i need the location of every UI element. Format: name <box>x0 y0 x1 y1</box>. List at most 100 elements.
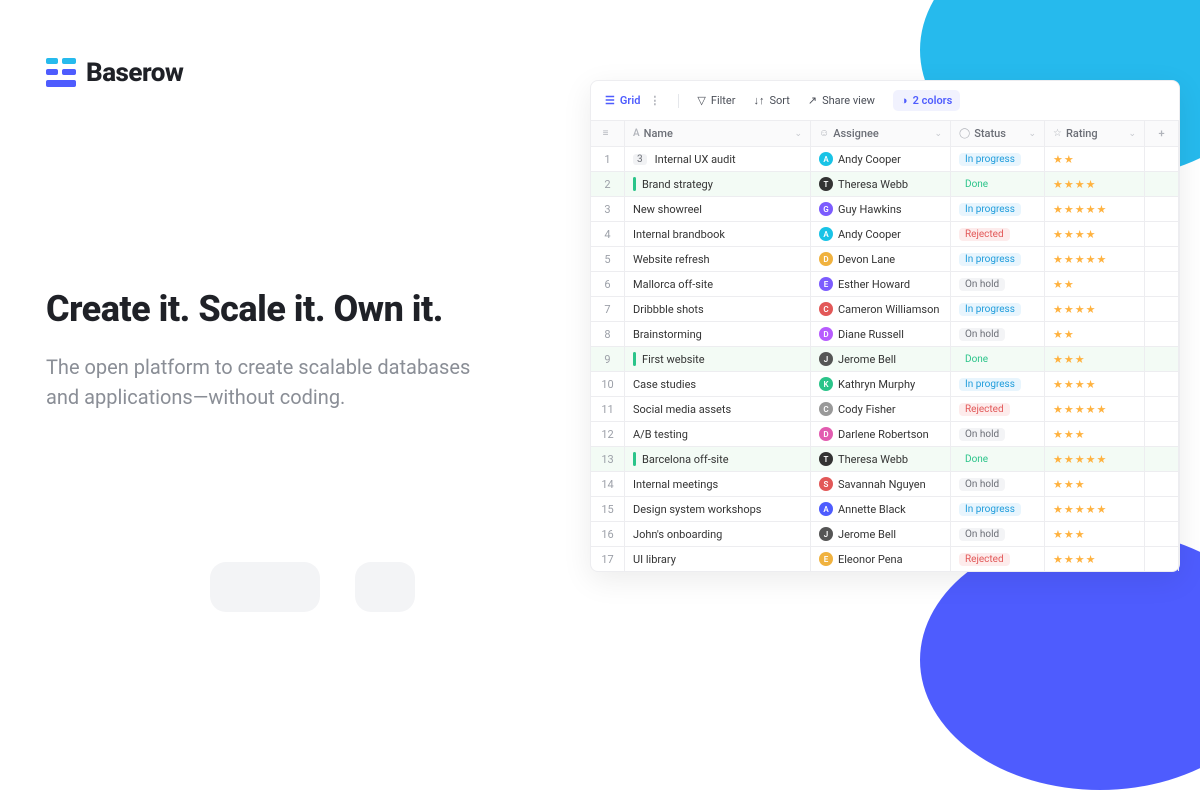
column-header-rating[interactable]: ☆Rating⌄ <box>1045 121 1145 146</box>
cell-rating[interactable]: ★★ <box>1045 147 1145 171</box>
cell-assignee[interactable]: EEsther Howard <box>811 272 951 296</box>
table-row[interactable]: 8BrainstormingDDiane RussellOn hold★★ <box>591 321 1179 346</box>
cell-status[interactable]: On hold <box>951 272 1045 296</box>
row-trailing-cell <box>1145 297 1179 321</box>
cell-rating[interactable]: ★★★★ <box>1045 297 1145 321</box>
cell-name[interactable]: First website <box>625 347 811 371</box>
cell-assignee[interactable]: EEleonor Pena <box>811 547 951 571</box>
cell-assignee[interactable]: CCameron Williamson <box>811 297 951 321</box>
colors-button[interactable]: ◑ 2 colors <box>893 90 960 111</box>
cell-rating[interactable]: ★★★★★ <box>1045 247 1145 271</box>
cell-status[interactable]: Rejected <box>951 397 1045 421</box>
cell-name[interactable]: Design system workshops <box>625 497 811 521</box>
cell-name[interactable]: Dribbble shots <box>625 297 811 321</box>
cell-assignee[interactable]: GGuy Hawkins <box>811 197 951 221</box>
cell-status[interactable]: In progress <box>951 247 1045 271</box>
cell-status[interactable]: In progress <box>951 497 1045 521</box>
cell-assignee[interactable]: JJerome Bell <box>811 347 951 371</box>
table-row[interactable]: 2Brand strategyTTheresa WebbDone★★★★ <box>591 171 1179 196</box>
cell-assignee[interactable]: DDevon Lane <box>811 247 951 271</box>
cell-assignee[interactable]: JJerome Bell <box>811 522 951 546</box>
cell-rating[interactable]: ★★ <box>1045 322 1145 346</box>
cell-name[interactable]: Mallorca off-site <box>625 272 811 296</box>
cell-assignee[interactable]: TTheresa Webb <box>811 172 951 196</box>
cell-rating[interactable]: ★★★★ <box>1045 372 1145 396</box>
cell-name[interactable]: Internal meetings <box>625 472 811 496</box>
column-header-assignee[interactable]: ☺Assignee⌄ <box>811 121 951 146</box>
cell-status[interactable]: In progress <box>951 372 1045 396</box>
cell-assignee[interactable]: SSavannah Nguyen <box>811 472 951 496</box>
cell-status[interactable]: On hold <box>951 322 1045 346</box>
cell-name[interactable]: 3Internal UX audit <box>625 147 811 171</box>
table-row[interactable]: 13Barcelona off-siteTTheresa WebbDone★★★… <box>591 446 1179 471</box>
cell-status[interactable]: On hold <box>951 522 1045 546</box>
cell-status[interactable]: On hold <box>951 422 1045 446</box>
table-row[interactable]: 10Case studiesKKathryn MurphyIn progress… <box>591 371 1179 396</box>
cell-rating[interactable]: ★★★ <box>1045 472 1145 496</box>
cell-rating[interactable]: ★★★★ <box>1045 222 1145 246</box>
cell-status[interactable]: Rejected <box>951 547 1045 571</box>
cell-name[interactable]: Internal brandbook <box>625 222 811 246</box>
divider <box>678 94 679 108</box>
cell-rating[interactable]: ★★★ <box>1045 347 1145 371</box>
share-button[interactable]: ↗ Share view <box>808 94 875 107</box>
cell-name[interactable]: Case studies <box>625 372 811 396</box>
table-row[interactable]: 7Dribbble shotsCCameron WilliamsonIn pro… <box>591 296 1179 321</box>
filter-button[interactable]: ▽ Filter <box>697 94 735 107</box>
table-row[interactable]: 16John's onboardingJJerome BellOn hold★★… <box>591 521 1179 546</box>
table-row[interactable]: 15Design system workshopsAAnnette BlackI… <box>591 496 1179 521</box>
cell-assignee[interactable]: CCody Fisher <box>811 397 951 421</box>
table-row[interactable]: 9First websiteJJerome BellDone★★★ <box>591 346 1179 371</box>
cell-status[interactable]: Done <box>951 447 1045 471</box>
table-row[interactable]: 5Website refreshDDevon LaneIn progress★★… <box>591 246 1179 271</box>
cell-status[interactable]: Rejected <box>951 222 1045 246</box>
cell-status[interactable]: In progress <box>951 297 1045 321</box>
assignee-name: Annette Black <box>838 503 906 516</box>
table-row[interactable]: 12A/B testingDDarlene RobertsonOn hold★★… <box>591 421 1179 446</box>
cell-rating[interactable]: ★★★★★ <box>1045 197 1145 221</box>
cell-rating[interactable]: ★★ <box>1045 272 1145 296</box>
cell-status[interactable]: On hold <box>951 472 1045 496</box>
cell-name[interactable]: New showreel <box>625 197 811 221</box>
cell-rating[interactable]: ★★★★★ <box>1045 497 1145 521</box>
cell-name[interactable]: A/B testing <box>625 422 811 446</box>
view-switcher[interactable]: ☰ Grid ⋮ <box>605 94 660 107</box>
table-row[interactable]: 3New showreelGGuy HawkinsIn progress★★★★… <box>591 196 1179 221</box>
cell-status[interactable]: In progress <box>951 197 1045 221</box>
cell-assignee[interactable]: AAndy Cooper <box>811 222 951 246</box>
cell-rating[interactable]: ★★★ <box>1045 522 1145 546</box>
cell-name[interactable]: Brainstorming <box>625 322 811 346</box>
cell-status[interactable]: In progress <box>951 147 1045 171</box>
cell-assignee[interactable]: AAnnette Black <box>811 497 951 521</box>
table-row[interactable]: 4Internal brandbookAAndy CooperRejected★… <box>591 221 1179 246</box>
cell-rating[interactable]: ★★★★★ <box>1045 447 1145 471</box>
table-row[interactable]: 17UI libraryEEleonor PenaRejected★★★★ <box>591 546 1179 571</box>
cell-rating[interactable]: ★★★ <box>1045 422 1145 446</box>
column-header-status[interactable]: ◯Status⌄ <box>951 121 1045 146</box>
cell-assignee[interactable]: AAndy Cooper <box>811 147 951 171</box>
cell-rating[interactable]: ★★★★ <box>1045 547 1145 571</box>
cell-name[interactable]: John's onboarding <box>625 522 811 546</box>
status-badge: On hold <box>959 528 1005 541</box>
cell-name[interactable]: UI library <box>625 547 811 571</box>
cell-assignee[interactable]: KKathryn Murphy <box>811 372 951 396</box>
table-row[interactable]: 14Internal meetingsSSavannah NguyenOn ho… <box>591 471 1179 496</box>
cell-name[interactable]: Social media assets <box>625 397 811 421</box>
cell-name[interactable]: Barcelona off-site <box>625 447 811 471</box>
cell-assignee[interactable]: DDiane Russell <box>811 322 951 346</box>
table-row[interactable]: 6Mallorca off-siteEEsther HowardOn hold★… <box>591 271 1179 296</box>
cell-name[interactable]: Brand strategy <box>625 172 811 196</box>
cell-rating[interactable]: ★★★★★ <box>1045 397 1145 421</box>
cell-status[interactable]: Done <box>951 172 1045 196</box>
cell-rating[interactable]: ★★★★ <box>1045 172 1145 196</box>
cell-name[interactable]: Website refresh <box>625 247 811 271</box>
cell-assignee[interactable]: DDarlene Robertson <box>811 422 951 446</box>
row-handle-header[interactable]: ≡ <box>591 121 625 146</box>
cell-assignee[interactable]: TTheresa Webb <box>811 447 951 471</box>
column-header-name[interactable]: AName⌄ <box>625 121 811 146</box>
table-row[interactable]: 13Internal UX auditAAndy CooperIn progre… <box>591 146 1179 171</box>
add-column-button[interactable]: + <box>1145 121 1179 146</box>
sort-button[interactable]: ↓↑ Sort <box>753 94 789 107</box>
cell-status[interactable]: Done <box>951 347 1045 371</box>
table-row[interactable]: 11Social media assetsCCody FisherRejecte… <box>591 396 1179 421</box>
